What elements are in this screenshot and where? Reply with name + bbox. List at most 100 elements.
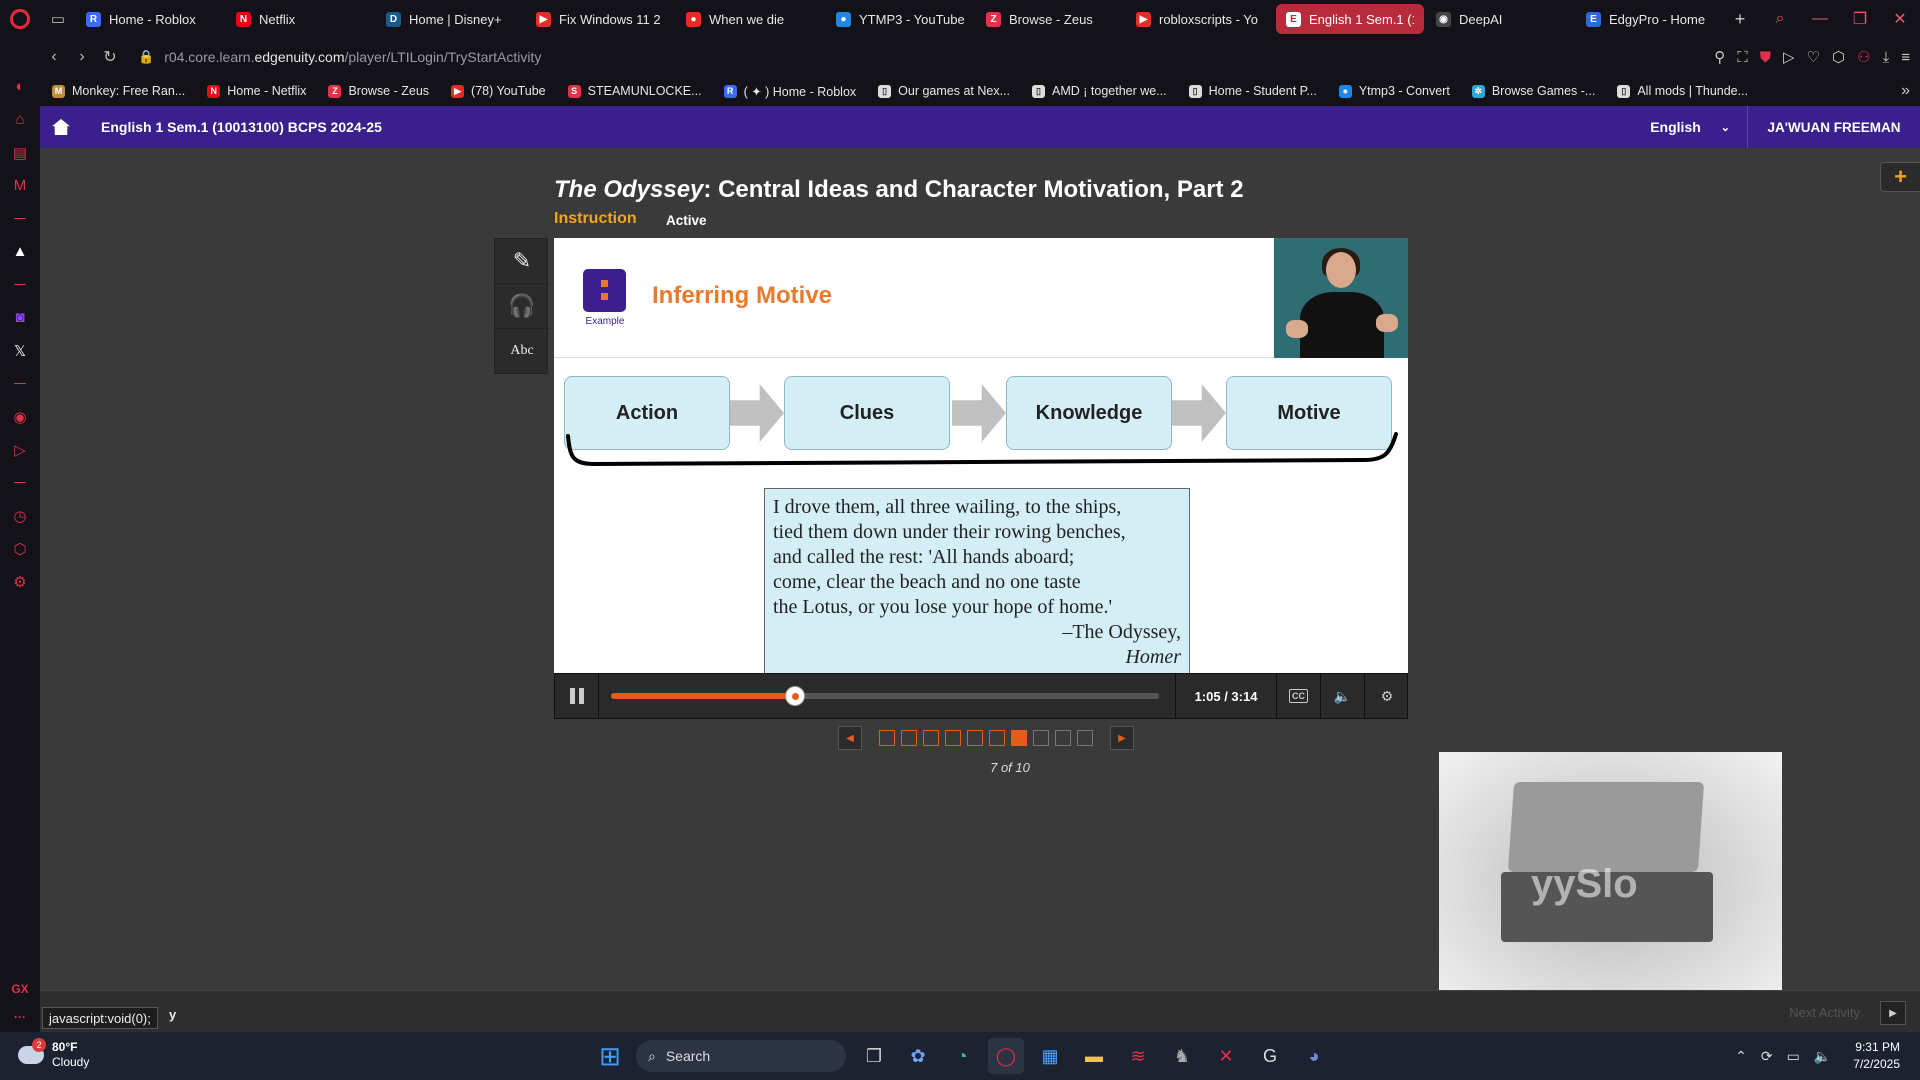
floating-video-overlay[interactable]: yySlo xyxy=(1439,752,1782,1010)
user-name[interactable]: JA'WUAN FREEMAN xyxy=(1747,106,1920,148)
bookmark-item[interactable]: ▯ All mods | Thunde... xyxy=(1617,84,1748,98)
menu-icon[interactable]: ≡ xyxy=(1901,49,1910,66)
seek-handle[interactable] xyxy=(784,686,805,706)
discord-icon[interactable]: ◕ xyxy=(1296,1038,1332,1074)
pause-button[interactable] xyxy=(555,674,599,718)
weather-widget[interactable]: 2 80°F Cloudy xyxy=(18,1038,89,1070)
bookmark-item[interactable]: ▯ Our games at Nex... xyxy=(878,84,1010,98)
slide-dot[interactable] xyxy=(1033,730,1049,746)
send-icon[interactable]: ▷ xyxy=(0,433,40,466)
opera-gx-taskbar-icon[interactable]: ◯ xyxy=(988,1038,1024,1074)
pencil-icon[interactable]: ✎ xyxy=(495,239,549,284)
next-slide-button[interactable]: ▶ xyxy=(1110,726,1134,750)
pin-icon[interactable]: ⚲ xyxy=(1714,48,1725,66)
snapshot-icon[interactable]: ⛶ xyxy=(1737,49,1748,66)
flow-send-icon[interactable]: ▷ xyxy=(1783,48,1795,66)
app-a-icon[interactable]: ▲ xyxy=(0,235,40,268)
razer-icon[interactable]: ≋ xyxy=(1120,1038,1156,1074)
network-icon[interactable]: ▭ xyxy=(1787,1048,1800,1065)
extensions-sidebar-icon[interactable]: ⬡ xyxy=(0,532,40,565)
bookmark-item[interactable]: ▯ Home - Student P... xyxy=(1188,84,1317,98)
gmail-icon[interactable]: M xyxy=(0,169,40,202)
search-tabs-icon[interactable]: ⌕ xyxy=(1760,10,1800,28)
sync-icon[interactable]: ⟳ xyxy=(1761,1048,1773,1065)
profile-icon[interactable]: ⚇ xyxy=(1857,48,1870,66)
browser-tab[interactable]: ◉ DeepAI xyxy=(1426,4,1574,34)
next-activity-button[interactable]: ▶ xyxy=(1880,1001,1906,1025)
chevron-up-icon[interactable]: ⌃ xyxy=(1735,1048,1747,1065)
file-explorer-icon[interactable]: ▬ xyxy=(1076,1038,1112,1074)
browser-tab[interactable]: N Netflix xyxy=(226,4,374,34)
extensions-icon[interactable]: ⬡ xyxy=(1832,48,1845,66)
browser-tab[interactable]: Z Browse - Zeus xyxy=(976,4,1124,34)
bookmark-item[interactable]: ▯ AMD ¡ together we... xyxy=(1032,84,1167,98)
lock-icon[interactable]: 🔒 xyxy=(138,49,154,65)
browser-tab[interactable]: ● YTMP3 - YouTube xyxy=(826,4,974,34)
music-player-icon[interactable]: ◉ xyxy=(0,400,40,433)
edge-icon[interactable]: ◔ xyxy=(944,1038,980,1074)
volume-icon[interactable]: 🔈 xyxy=(1321,674,1365,718)
opera-logo-icon[interactable] xyxy=(0,0,40,38)
slide-dot[interactable] xyxy=(923,730,939,746)
language-select[interactable]: English ⌄ xyxy=(1650,106,1730,148)
twitch-icon[interactable]: ◙ xyxy=(0,301,40,334)
bookmark-item[interactable]: M Monkey: Free Ran... xyxy=(52,84,185,98)
new-tab-button[interactable]: + xyxy=(1726,5,1754,33)
slide-dot[interactable] xyxy=(1011,730,1027,746)
more-bookmarks-icon[interactable]: » xyxy=(1901,82,1910,100)
browser-tab[interactable]: ▶ robloxscripts - Yo xyxy=(1126,4,1274,34)
slide-dot[interactable] xyxy=(1077,730,1093,746)
aria-icon[interactable]: ◐ xyxy=(0,70,40,103)
previous-slide-button[interactable]: ◀ xyxy=(838,726,862,750)
heart-icon[interactable]: ♡ xyxy=(1807,48,1820,66)
store-icon[interactable]: ▦ xyxy=(1032,1038,1068,1074)
bookmark-item[interactable]: S STEAMUNLOCKE... xyxy=(567,84,702,98)
bookmark-item[interactable]: ● Ytmp3 - Convert xyxy=(1338,84,1450,98)
browser-tab[interactable]: ● When we die xyxy=(676,4,824,34)
history-icon[interactable]: ◷ xyxy=(0,499,40,532)
browser-tab[interactable]: R Home - Roblox xyxy=(76,4,224,34)
browser-tab[interactable]: E EdgyPro - Home xyxy=(1576,4,1724,34)
slide-dot[interactable] xyxy=(945,730,961,746)
app-icon[interactable]: ♞ xyxy=(1164,1038,1200,1074)
taskbar-search[interactable]: ⌕ Search xyxy=(636,1040,846,1072)
forward-button[interactable]: › xyxy=(68,48,96,66)
slide-dot[interactable] xyxy=(879,730,895,746)
settings-icon[interactable]: ⚙ xyxy=(1365,674,1409,718)
adblock-shield-icon[interactable]: ⛊ xyxy=(1760,49,1771,66)
bookmark-item[interactable]: N Home - Netflix xyxy=(207,84,306,98)
home-button[interactable] xyxy=(40,106,82,148)
clock[interactable]: 9:31 PM 7/2/2025 xyxy=(1853,1039,1900,1073)
volume-tray-icon[interactable]: 🔈 xyxy=(1814,1048,1831,1065)
browser-tab[interactable]: D Home | Disney+ xyxy=(376,4,524,34)
player-icon[interactable]: ▤ xyxy=(0,136,40,169)
workspace-icon[interactable]: ⌂ xyxy=(0,103,40,136)
seek-bar[interactable] xyxy=(611,686,1159,706)
bookmark-item[interactable]: ✲ Browse Games -... xyxy=(1471,84,1595,98)
more-icon[interactable]: ··· xyxy=(14,1010,26,1024)
plus-button[interactable]: + xyxy=(1880,162,1920,192)
restore-button[interactable]: ❐ xyxy=(1840,9,1880,29)
download-icon[interactable]: ⤓ xyxy=(1883,49,1890,66)
x-twitter-icon[interactable]: 𝕏 xyxy=(0,334,40,367)
windows-start-icon[interactable]: ⊞ xyxy=(592,1038,628,1074)
reload-button[interactable]: ↻ xyxy=(96,47,124,67)
browser-tab[interactable]: E English 1 Sem.1 (1001 xyxy=(1276,4,1424,34)
bookmark-item[interactable]: Z Browse - Zeus xyxy=(328,84,429,98)
slide-dot[interactable] xyxy=(1055,730,1071,746)
closed-captions-button[interactable]: CC xyxy=(1277,674,1321,718)
slide-dot[interactable] xyxy=(901,730,917,746)
gx-icon[interactable]: GX xyxy=(11,982,28,996)
minimize-button[interactable]: — xyxy=(1800,10,1840,28)
workspaces-icon[interactable]: ▭ xyxy=(40,0,76,38)
bookmark-item[interactable]: R ( ✦ ) Home - Roblox xyxy=(723,84,856,99)
dictionary-icon[interactable]: Abc xyxy=(495,329,549,374)
copilot-icon[interactable]: ✿ xyxy=(900,1038,936,1074)
back-button[interactable]: ‹ xyxy=(40,48,68,66)
headphones-icon[interactable]: 🎧 xyxy=(495,284,549,329)
task-view-icon[interactable]: ❐ xyxy=(856,1038,892,1074)
slide-dot[interactable] xyxy=(989,730,1005,746)
browser-tab[interactable]: ▶ Fix Windows 11 2 xyxy=(526,4,674,34)
close-window-button[interactable]: ✕ xyxy=(1880,9,1920,29)
bookmark-item[interactable]: ▶ (78) YouTube xyxy=(451,84,546,98)
